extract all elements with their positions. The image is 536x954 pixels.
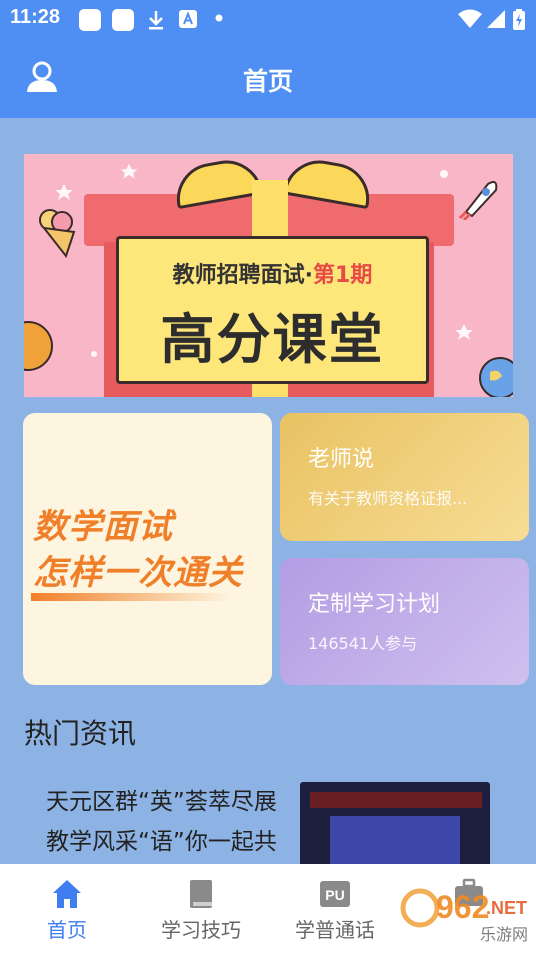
nav-tab-home[interactable]: 首页 [2,878,132,943]
banner-label-board: 教师招聘面试·第1期 高分课堂 [116,236,429,384]
news-item[interactable]: 天元区群“英”荟萃尽展 教学风采“语”你一起共 [46,782,277,862]
home-icon [53,880,81,908]
nav-label-home: 首页 [47,918,87,942]
plan-card-title: 定制学习计划 [308,592,441,617]
nav-tab-mandarin[interactable]: PU 学普通话 [270,878,400,943]
teacher-says-card[interactable]: 老师说 有关于教师资格证报... [280,413,529,541]
news-title-line2: 教学风采“语”你一起共 [46,829,277,855]
status-bar: 11:28 [0,0,536,36]
notification-icon [79,9,101,31]
plan-card-subtitle: 146541人参与 [308,634,418,653]
app-header: 11:28 首页 [0,0,536,118]
watermark-number: 962 [436,889,489,925]
nav-tab-study-tips[interactable]: 学习技巧 [136,878,266,943]
svg-text:PU: PU [325,887,344,903]
nav-label-mandarin: 学普通话 [295,918,375,942]
download-icon [149,11,163,30]
page-title: 首页 [242,67,293,96]
rocket-icon [458,181,498,220]
watermark-site-name: 乐游网 [480,925,528,944]
banner-subtitle-prefix: 教师招聘面试· [172,263,314,288]
wifi-icon [458,9,482,28]
ice-cream-icon [39,209,76,258]
math-card-line2: 怎样一次通关 [33,553,243,593]
book-icon [190,880,212,908]
banner-issue: 第1期 [313,263,373,288]
pu-icon: PU [320,881,350,907]
watermark-domain: .NET [486,898,527,918]
battery-icon [513,9,525,30]
hot-news-heading: 热门资讯 [24,717,137,750]
keyboard-icon [179,10,197,28]
banner-subtitle: 教师招聘面试·第1期 [119,257,426,289]
site-watermark: 962 .NET 乐游网 [400,888,528,944]
notification-icon [112,9,134,31]
thumbnail-banner [310,792,482,808]
study-plan-card[interactable]: 定制学习计划 146541人参与 [280,558,529,685]
teacher-card-subtitle: 有关于教师资格证报... [308,489,468,508]
banner-title: 高分课堂 [160,308,385,371]
math-card-line1: 数学面试 [33,507,173,547]
teacher-card-title: 老师说 [308,447,375,472]
math-card-underline [31,593,231,601]
signal-icon [487,10,505,28]
dot-icon [215,14,223,22]
nav-label-study-tips: 学习技巧 [161,918,241,942]
promo-banner[interactable]: 教师招聘面试·第1期 高分课堂 [24,154,513,397]
basketball-icon [24,321,53,371]
globe-icon [479,357,513,397]
status-time: 11:28 [10,6,61,28]
news-title-line1: 天元区群“英”荟萃尽展 [46,789,277,815]
math-interview-card[interactable]: 数学面试 怎样一次通关 [23,413,272,685]
